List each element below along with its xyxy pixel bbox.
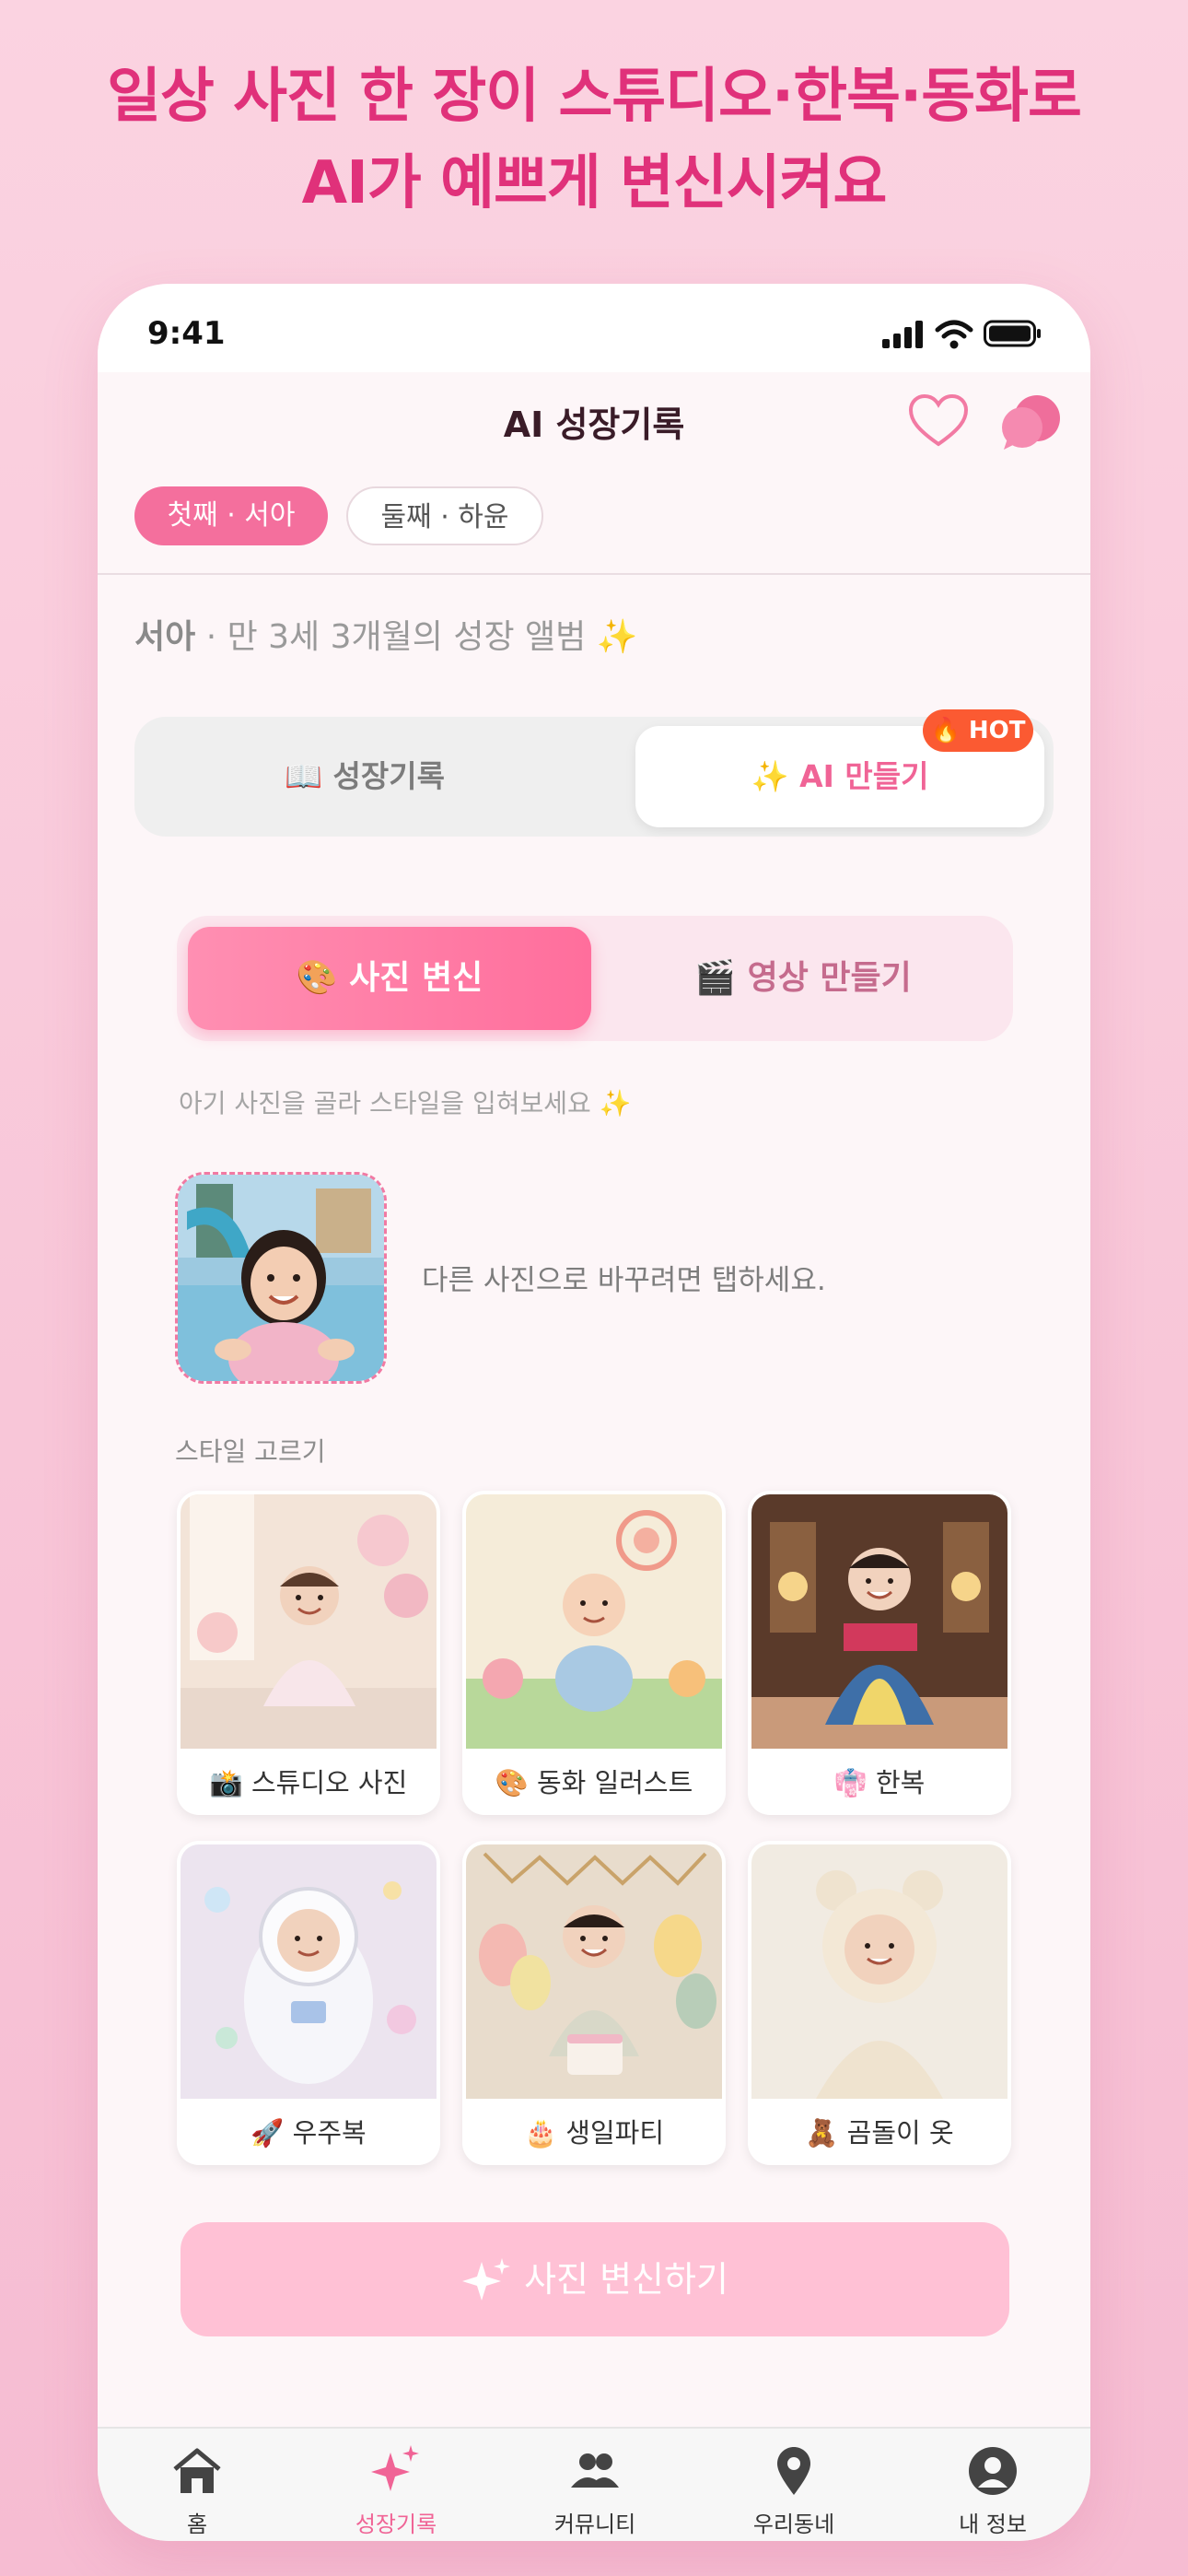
- tab-community-label: 커뮤니티: [553, 2512, 636, 2537]
- home-icon: [173, 2448, 221, 2493]
- bear-costume-photo-image: [751, 1844, 1007, 2099]
- style-label-studio: 📸 스튜디오 사진: [209, 1767, 408, 1798]
- divider: [98, 573, 1090, 575]
- heart-icon[interactable]: [908, 392, 969, 450]
- style-label-hanbok: 👘 한복: [833, 1767, 926, 1798]
- tab-growth-record[interactable]: 📖 성장기록: [134, 717, 595, 837]
- hanbok-photo-image: [751, 1494, 1007, 1749]
- promo-headline: 일상 사진 한 장이 스튜디오·한복·동화로 AI가 예쁘게 변신시켜요: [0, 53, 1188, 227]
- hint-text: 아기 사진을 골라 스타일을 입혀보세요 ✨: [179, 1088, 632, 1118]
- spacesuit-photo-image: [181, 1844, 437, 2099]
- style-label-fairytale: 🎨 동화 일러스트: [495, 1767, 693, 1798]
- mode-segment-control: 🎨 사진 변신 🎬 영상 만들기: [177, 916, 1013, 1041]
- studio-photo-image: [181, 1494, 437, 1749]
- tab-home-label: 홈: [186, 2512, 208, 2537]
- style-card-birthday[interactable]: 🎂 생일파티: [462, 1841, 726, 2165]
- tab-my-info[interactable]: 내 정보: [893, 2429, 1090, 2541]
- style-card-spacesuit[interactable]: 🚀 우주복: [177, 1841, 440, 2165]
- fairytale-illustration-image: [466, 1494, 722, 1749]
- photo-transform-button[interactable]: 사진 변신하기: [181, 2222, 1009, 2336]
- child-tab-first[interactable]: 첫째 · 서아: [134, 486, 328, 545]
- style-card-bear[interactable]: 🧸 곰돌이 옷: [748, 1841, 1011, 2165]
- tab-home[interactable]: 홈: [98, 2429, 297, 2541]
- cellular-signal-icon: [882, 321, 923, 348]
- tab-my-info-label: 내 정보: [959, 2512, 1027, 2537]
- child-photo-image: [178, 1175, 384, 1381]
- tab-neighborhood-label: 우리동네: [752, 2512, 835, 2537]
- video-create-tab[interactable]: 🎬 영상 만들기: [600, 927, 1006, 1030]
- child-tab-second[interactable]: 둘째 · 하윤: [346, 486, 543, 545]
- style-card-fairytale[interactable]: 🎨 동화 일러스트: [462, 1491, 726, 1815]
- hot-badge: 🔥 HOT: [923, 709, 1033, 752]
- style-label-birthday: 🎂 생일파티: [523, 2117, 665, 2149]
- style-card-studio[interactable]: 📸 스튜디오 사진: [177, 1491, 440, 1815]
- sparkle-icon: [462, 2257, 511, 2301]
- photo-transform-label: 사진 변신하기: [524, 2259, 728, 2300]
- profile-icon: [969, 2447, 1017, 2495]
- battery-icon: [984, 320, 1041, 347]
- people-icon: [571, 2453, 619, 2488]
- selected-photo[interactable]: [175, 1172, 387, 1384]
- photo-transform-tab[interactable]: 🎨 사진 변신: [188, 927, 591, 1030]
- style-section-label: 스타일 고르기: [175, 1436, 326, 1467]
- location-pin-icon: [777, 2447, 810, 2495]
- tab-neighborhood[interactable]: 우리동네: [694, 2429, 893, 2541]
- wifi-icon: [935, 320, 973, 349]
- photo-change-hint: 다른 사진으로 바꾸려면 탭하세요.: [422, 1264, 826, 1297]
- tab-community[interactable]: 커뮤니티: [495, 2429, 694, 2541]
- style-card-hanbok[interactable]: 👘 한복: [748, 1491, 1011, 1815]
- birthday-party-photo-image: [466, 1844, 722, 2099]
- tab-growth[interactable]: 성장기록: [297, 2429, 495, 2541]
- bottom-tab-bar: 홈 성장기록 커뮤니티 우리동네 내 정보: [98, 2427, 1090, 2541]
- style-label-spacesuit: 🚀 우주복: [250, 2117, 367, 2149]
- style-label-bear: 🧸 곰돌이 옷: [805, 2117, 954, 2149]
- sparkle-icon: [371, 2445, 419, 2491]
- chat-icon[interactable]: [1000, 392, 1065, 453]
- status-time: 9:41: [147, 315, 226, 352]
- album-description: · 만 3세 3개월의 성장 앨범 ✨: [195, 618, 638, 656]
- album-subtitle: 서아 · 만 3세 3개월의 성장 앨범 ✨: [134, 610, 638, 658]
- tab-growth-label: 성장기록: [355, 2512, 437, 2537]
- headline-line-1: 일상 사진 한 장이 스튜디오·한복·동화로: [107, 63, 1082, 131]
- child-name: 서아: [134, 618, 196, 656]
- main-segment-control: 📖 성장기록 ✨ AI 만들기: [134, 717, 1054, 837]
- status-bar: 9:41: [98, 284, 1090, 372]
- headline-line-2: AI가 예쁘게 변신시켜요: [301, 149, 888, 217]
- phone-screen: 9:41 AI 성장기록 첫째 · 서아 둘째 · 하윤 서아 · 만 3세 3…: [98, 284, 1090, 2541]
